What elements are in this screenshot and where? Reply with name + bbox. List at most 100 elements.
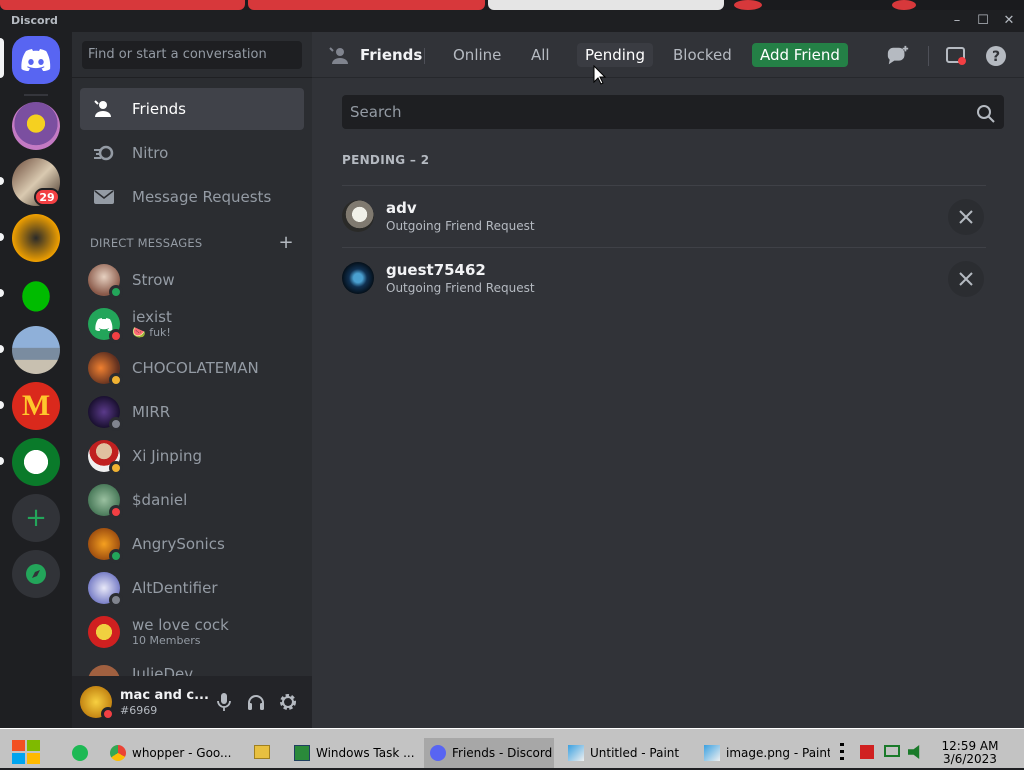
dm-item[interactable]: JulieDev: [80, 655, 304, 676]
friends-icon: [328, 44, 352, 68]
avatar: [88, 264, 123, 299]
avatar: [88, 528, 123, 563]
avatar: [342, 262, 374, 294]
inbox-icon: [946, 47, 966, 65]
app-title: Discord: [11, 14, 58, 27]
server-icon-4[interactable]: [12, 270, 60, 318]
tab-blocked[interactable]: Blocked: [665, 43, 740, 67]
mute-button[interactable]: [212, 690, 236, 714]
friends-icon: [92, 97, 116, 121]
dm-item[interactable]: AngrySonics: [80, 523, 304, 565]
system-clock[interactable]: 12:59 AM 3/6/2023: [930, 740, 1010, 766]
nav-friends-label: Friends: [132, 100, 186, 118]
cancel-request-button[interactable]: [948, 199, 984, 235]
request-type: Outgoing Friend Request: [386, 219, 535, 233]
add-server-button[interactable]: +: [12, 494, 60, 542]
request-type: Outgoing Friend Request: [386, 281, 535, 295]
unread-indicator: [0, 177, 4, 185]
cancel-request-button[interactable]: [948, 261, 984, 297]
avatar: [88, 396, 123, 431]
close-button[interactable]: ✕: [996, 12, 1022, 30]
user-avatar[interactable]: [80, 686, 115, 721]
dm-item[interactable]: Strow: [80, 259, 304, 301]
avatar: [88, 352, 123, 387]
dm-group-item[interactable]: we love cock 10 Members: [80, 611, 304, 653]
dm-item[interactable]: $daniel: [80, 479, 304, 521]
chrome-icon: [110, 745, 126, 761]
overflow-icon[interactable]: [840, 743, 844, 763]
friends-search-input[interactable]: Search: [342, 95, 1004, 129]
new-group-dm-icon: [887, 45, 909, 65]
mention-badge: 29: [34, 188, 60, 206]
dm-item[interactable]: AltDentifier: [80, 567, 304, 609]
nav-friends[interactable]: Friends: [80, 88, 304, 130]
unread-indicator: [0, 345, 4, 353]
direct-messages-header: DIRECT MESSAGES: [90, 236, 203, 250]
avatar: [88, 616, 120, 648]
help-button[interactable]: ?: [984, 44, 1008, 68]
dm-name: JulieDev: [132, 665, 194, 676]
close-icon: [959, 272, 973, 286]
paint-icon: [568, 745, 584, 761]
create-dm-button[interactable]: +: [276, 232, 296, 253]
explore-servers-button[interactable]: [12, 550, 60, 598]
add-friend-button[interactable]: Add Friend: [752, 43, 848, 67]
spotify-icon[interactable]: [72, 745, 88, 761]
dm-item[interactable]: iexist 🍉 fuk!: [80, 303, 304, 345]
minimize-button[interactable]: –: [944, 12, 970, 30]
discord-logo-icon: [21, 49, 51, 71]
friend-request-row[interactable]: guest75462 Outgoing Friend Request: [342, 247, 986, 309]
inbox-button[interactable]: [944, 44, 968, 68]
status-dnd: [101, 707, 115, 721]
dm-custom-status: 🍉 fuk!: [132, 326, 171, 339]
avatar: [88, 484, 123, 519]
conversation-search-input[interactable]: Find or start a conversation: [82, 41, 302, 69]
dm-item[interactable]: Xi Jinping: [80, 435, 304, 477]
dm-name: AltDentifier: [132, 579, 218, 597]
avatar: [88, 308, 123, 343]
avatar: [88, 572, 123, 607]
server-icon-1[interactable]: [12, 102, 60, 150]
taskbar-item-active[interactable]: Friends - Discord: [424, 738, 554, 768]
nav-nitro[interactable]: Nitro: [80, 132, 304, 174]
pending-count-header: PENDING – 2: [342, 153, 430, 167]
mcdonalds-server-icon[interactable]: M: [12, 382, 60, 430]
discord-home-button[interactable]: [12, 36, 60, 84]
tab-online[interactable]: Online: [445, 43, 509, 67]
mouse-cursor-icon: [593, 64, 607, 89]
discord-icon: [430, 745, 446, 761]
server-icon-5[interactable]: [12, 326, 60, 374]
taskbar-item[interactable]: whopper - Goo...: [104, 738, 240, 768]
file-explorer-icon[interactable]: [254, 745, 270, 759]
taskbar-item[interactable]: image.png - Paint: [698, 738, 830, 768]
svg-text:?: ?: [992, 49, 1000, 65]
friend-request-row[interactable]: adv Outgoing Friend Request: [342, 185, 986, 247]
network-icon[interactable]: [884, 745, 900, 757]
taskbar-item[interactable]: Windows Task ...: [288, 738, 414, 768]
maximize-button[interactable]: ☐: [970, 12, 996, 30]
page-title: Friends: [360, 46, 423, 64]
tab-pending[interactable]: Pending: [577, 43, 653, 67]
flag-icon[interactable]: [860, 745, 874, 759]
dm-name: AngrySonics: [132, 535, 225, 553]
user-panel: mac and c... #6969: [72, 676, 312, 728]
dm-sidebar: Find or start a conversation Friends Nit…: [72, 32, 312, 728]
task-manager-icon: [294, 745, 310, 761]
taskbar-item[interactable]: Untitled - Paint: [562, 738, 692, 768]
start-button[interactable]: [10, 738, 44, 766]
dm-item[interactable]: MIRR: [80, 391, 304, 433]
volume-icon[interactable]: [908, 745, 920, 759]
unread-indicator: [0, 401, 4, 409]
dm-name: Xi Jinping: [132, 447, 203, 465]
envelope-icon: [92, 185, 116, 209]
nav-message-requests[interactable]: Message Requests: [80, 176, 304, 218]
new-group-dm-button[interactable]: [886, 44, 910, 68]
server-icon-3[interactable]: [12, 214, 60, 262]
tab-all[interactable]: All: [523, 43, 558, 67]
dm-item[interactable]: CHOCOLATEMAN: [80, 347, 304, 389]
server-icon-7[interactable]: [12, 438, 60, 486]
user-settings-button[interactable]: [276, 690, 300, 714]
status-idle: [109, 373, 123, 387]
nav-nitro-label: Nitro: [132, 144, 169, 162]
deafen-button[interactable]: [244, 690, 268, 714]
